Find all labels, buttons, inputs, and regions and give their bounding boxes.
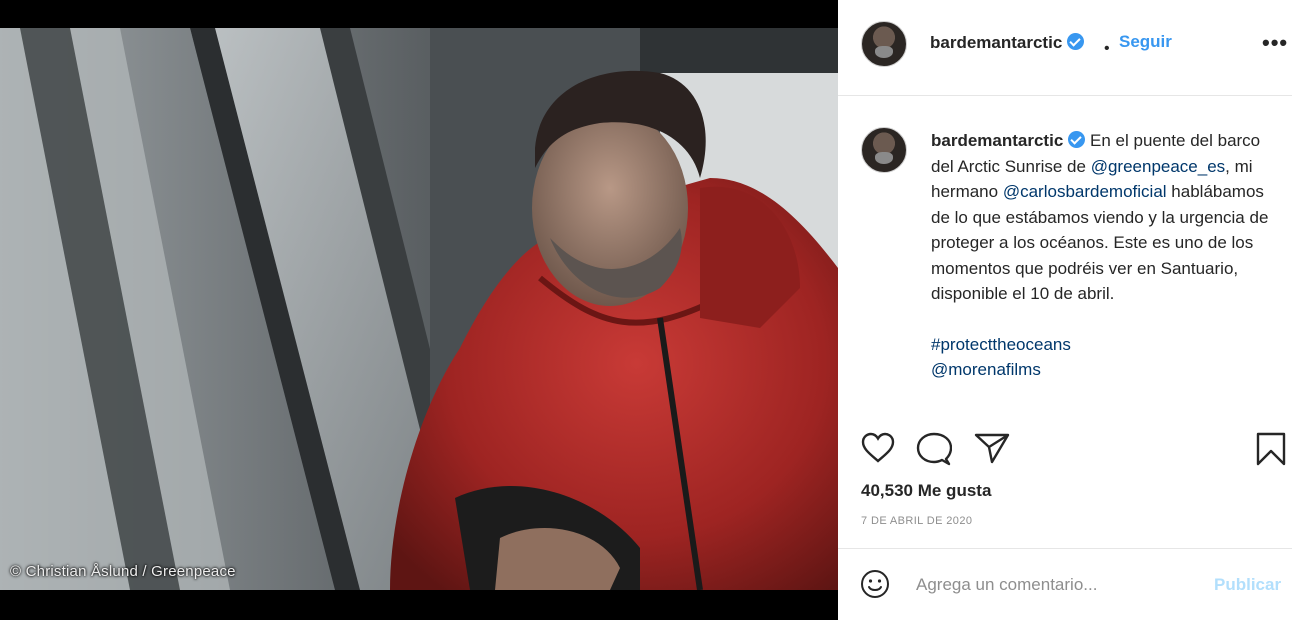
caption-username[interactable]: bardemantarctic bbox=[931, 131, 1063, 150]
post-caption: bardemantarctic En el puente del barco d… bbox=[931, 128, 1271, 383]
paper-plane-icon[interactable] bbox=[974, 432, 1010, 464]
photo-credit: © Christian Åslund / Greenpeace bbox=[10, 563, 236, 580]
post-sidebar: bardemantarctic • Seguir ••• bardemantar… bbox=[838, 0, 1292, 620]
verified-badge-icon bbox=[1067, 33, 1085, 50]
heart-icon[interactable] bbox=[860, 432, 896, 464]
mention-carlosbardem[interactable]: @carlosbardemoficial bbox=[1003, 182, 1167, 201]
follow-button[interactable]: Seguir bbox=[1119, 32, 1172, 52]
action-bar bbox=[838, 420, 1292, 470]
more-options-icon[interactable]: ••• bbox=[1262, 30, 1288, 56]
comment-icon[interactable] bbox=[916, 432, 952, 466]
photo-illustration bbox=[0, 28, 838, 590]
hashtag-link[interactable]: #protecttheoceans bbox=[931, 335, 1071, 354]
header-username[interactable]: bardemantarctic bbox=[930, 33, 1085, 53]
post-date[interactable]: 7 DE ABRIL DE 2020 bbox=[861, 515, 972, 527]
publish-button[interactable]: Publicar bbox=[1214, 575, 1281, 595]
bookmark-icon[interactable] bbox=[1256, 432, 1286, 466]
caption-avatar[interactable] bbox=[861, 127, 907, 173]
mention-morenafilms[interactable]: @morenafilms bbox=[931, 360, 1041, 379]
avatar[interactable] bbox=[861, 21, 907, 67]
separator-dot: • bbox=[1104, 40, 1110, 57]
caption-verified-badge-icon bbox=[1068, 131, 1086, 148]
header-username-text[interactable]: bardemantarctic bbox=[930, 33, 1062, 52]
smiley-icon[interactable] bbox=[860, 569, 890, 599]
comment-input[interactable]: Agrega un comentario... bbox=[916, 575, 1097, 595]
mention-greenpeace[interactable]: @greenpeace_es bbox=[1091, 157, 1225, 176]
likes-count[interactable]: 40,530 Me gusta bbox=[861, 481, 991, 501]
post-header: bardemantarctic • Seguir ••• bbox=[838, 0, 1292, 96]
comment-bar: Agrega un comentario... Publicar bbox=[838, 548, 1292, 621]
post-photo[interactable]: © Christian Åslund / Greenpeace bbox=[0, 28, 838, 590]
post-photo-panel: © Christian Åslund / Greenpeace bbox=[0, 0, 838, 620]
